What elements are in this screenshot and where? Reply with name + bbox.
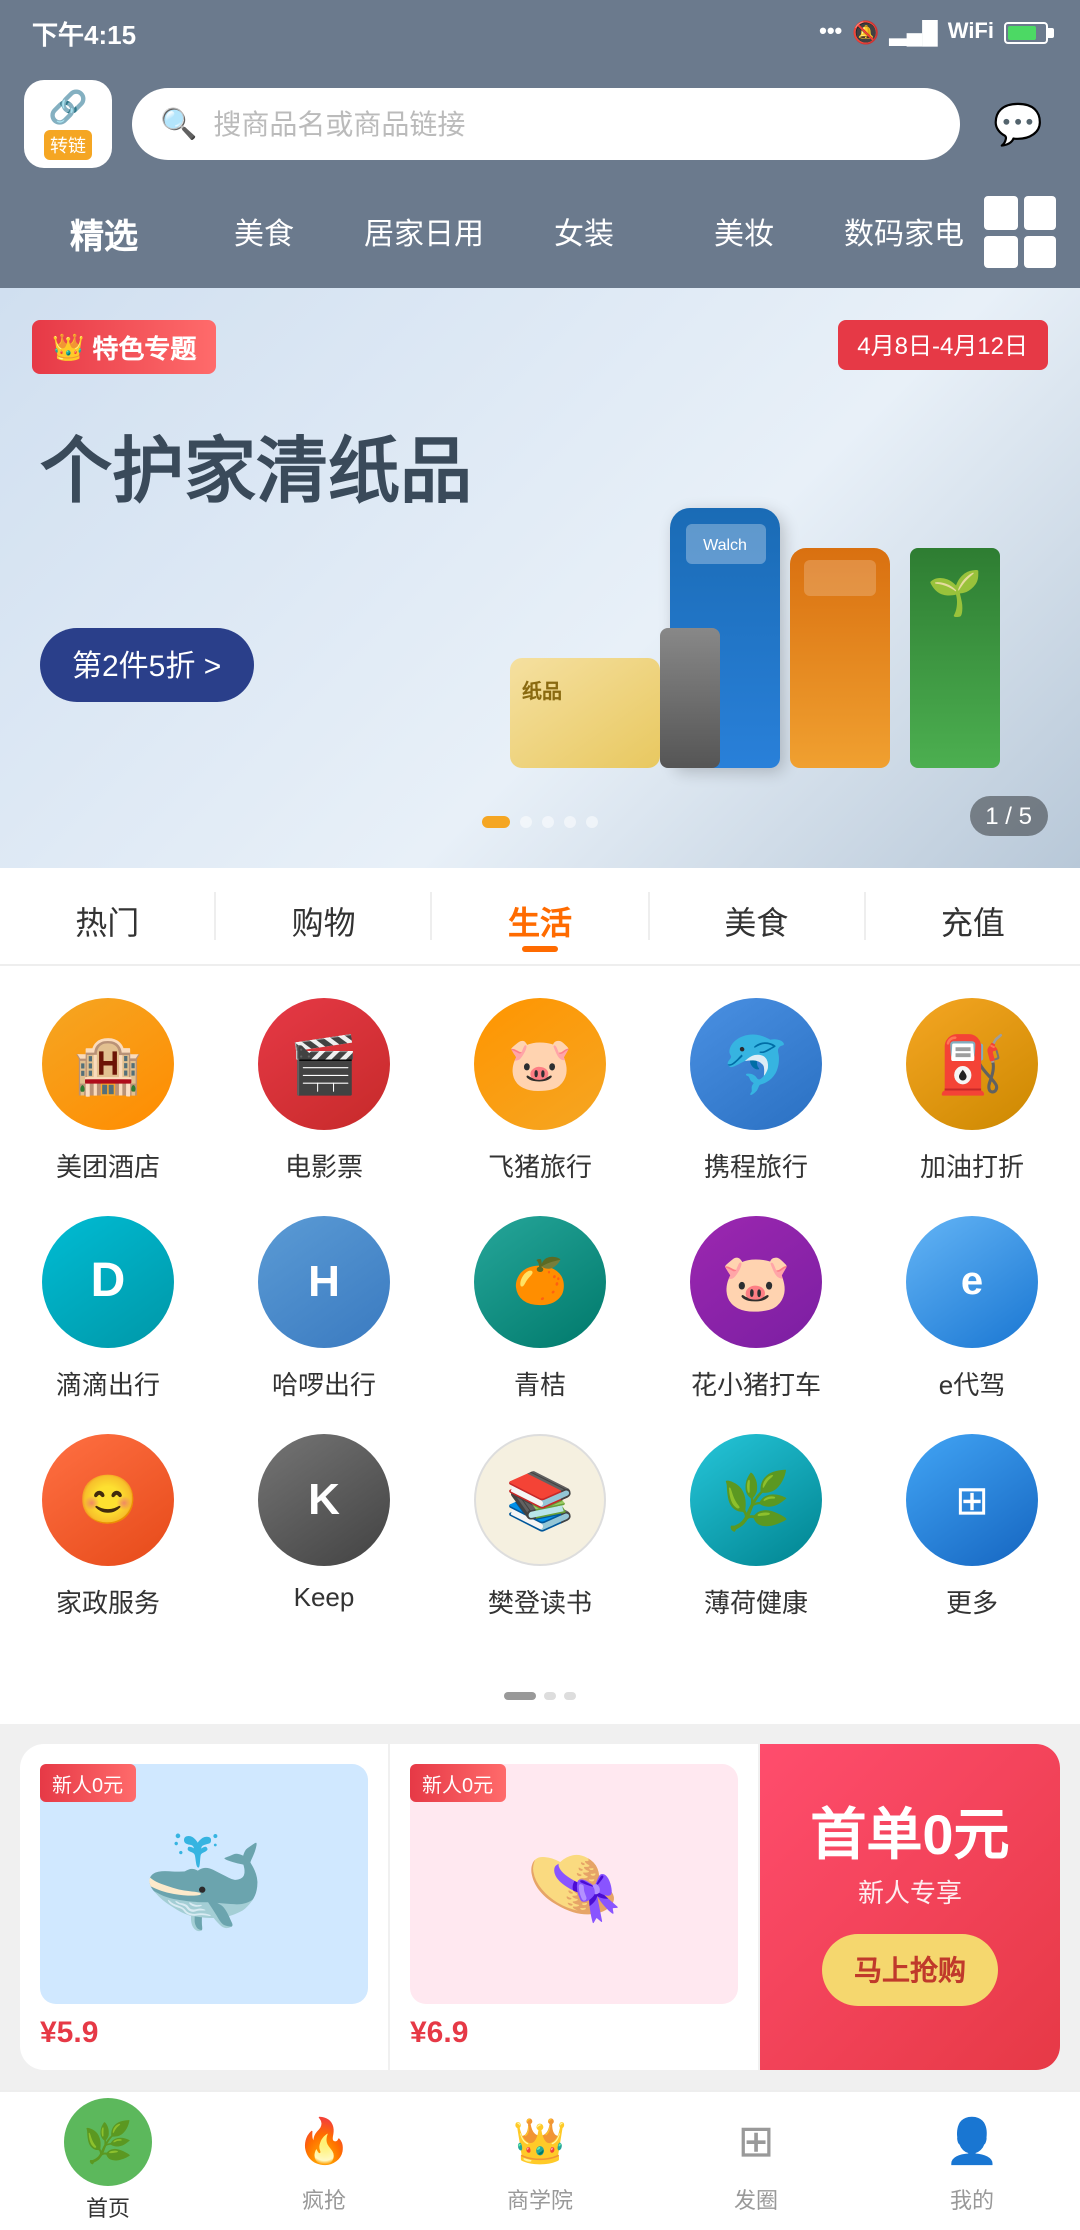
service-didi[interactable]: D 滴滴出行 xyxy=(8,1216,208,1402)
promo-title: 首单0元 xyxy=(810,1808,1009,1864)
service-grid: 🏨 美团酒店 🎬 电影票 🐷 飞猪旅行 🐬 携程旅行 ⛽ 加油打折 xyxy=(0,966,1080,1684)
service-row-1: 🏨 美团酒店 🎬 电影票 🐷 飞猪旅行 🐬 携程旅行 ⛽ 加油打折 xyxy=(0,998,1080,1184)
status-time: 下午4:15 xyxy=(32,13,136,51)
search-bar[interactable]: 🔍 搜商品名或商品链接 xyxy=(132,88,960,160)
ctrip-icon: 🐬 xyxy=(690,998,822,1130)
section-tab-hot[interactable]: 热门 xyxy=(0,868,214,964)
service-meituan[interactable]: 🏨 美团酒店 xyxy=(8,998,208,1184)
service-keep[interactable]: K Keep xyxy=(224,1434,424,1620)
section-tab-life[interactable]: 生活 xyxy=(433,868,647,964)
service-movie[interactable]: 🎬 电影票 xyxy=(224,998,424,1184)
search-icon: 🔍 xyxy=(160,106,197,142)
qingju-icon: 🍊 xyxy=(474,1216,606,1348)
service-row-3: 😊 家政服务 K Keep 📚 樊登读书 🌿 薄荷健康 ⊞ 更多 xyxy=(0,1434,1080,1620)
product-card-1[interactable]: 🐳 新人0元 ¥5.9 xyxy=(20,1744,390,2070)
section-tabs: 热门 购物 生活 美食 充值 xyxy=(0,868,1080,966)
section-tab-recharge[interactable]: 充值 xyxy=(866,868,1080,964)
battery-icon xyxy=(1004,21,1048,43)
didi-icon: D xyxy=(42,1216,174,1348)
banner-title: 个护家清纸品 xyxy=(40,428,472,514)
service-jiajia[interactable]: 😊 家政服务 xyxy=(8,1434,208,1620)
movie-icon: 🎬 xyxy=(258,998,390,1130)
section-tab-food[interactable]: 美食 xyxy=(649,868,863,964)
product-card-2[interactable]: 👒 新人0元 ¥6.9 xyxy=(390,1744,760,2070)
banner-tag: 👑 特色专题 xyxy=(32,320,216,374)
service-more[interactable]: ⊞ 更多 xyxy=(872,1434,1072,1620)
banner-products: Walch 纸品 🌱 xyxy=(580,328,1060,828)
huaxiaozhudi-icon: 🐷 xyxy=(690,1216,822,1348)
fliggy-icon: 🐷 xyxy=(474,998,606,1130)
header: 🔗 转链 🔍 搜商品名或商品链接 💬 xyxy=(0,64,1080,184)
banner[interactable]: 👑 特色专题 4月8日-4月12日 个护家清纸品 第2件5折 > Walch xyxy=(0,288,1080,868)
status-bar: 下午4:15 ••• 🔕 ▂▄█ WiFi xyxy=(0,0,1080,64)
promo-sub: 新人专享 xyxy=(858,1872,962,1910)
product-section: 🐳 新人0元 ¥5.9 👒 新人0元 ¥6.9 首单0元 新人专享 马上抢购 xyxy=(20,1744,1060,2070)
chat-button[interactable]: 💬 xyxy=(980,86,1056,162)
hellobike-icon: H xyxy=(258,1216,390,1348)
banner-counter: 1 / 5 xyxy=(969,796,1048,836)
signal-icon: ▂▄█ xyxy=(890,19,938,45)
service-fuel[interactable]: ⛽ 加油打折 xyxy=(872,998,1072,1184)
service-hellobike[interactable]: H 哈啰出行 xyxy=(224,1216,424,1402)
product-price-2: ¥6.9 xyxy=(410,2016,738,2050)
dots-icon: ••• xyxy=(819,20,842,44)
promo-card[interactable]: 首单0元 新人专享 马上抢购 xyxy=(760,1744,1060,2070)
service-fandeng[interactable]: 📚 樊登读书 xyxy=(440,1434,640,1620)
more-icon: ⊞ xyxy=(906,1434,1038,1566)
mint-icon: 🌿 xyxy=(690,1434,822,1566)
service-mint[interactable]: 🌿 薄荷健康 xyxy=(656,1434,856,1620)
banner-dots xyxy=(482,816,598,828)
category-tabs: 精选 美食 居家日用 女装 美妆 数码家电 xyxy=(0,184,1080,288)
product-badge-1: 新人0元 xyxy=(40,1764,135,1802)
cat-tab-jingxuan[interactable]: 精选 xyxy=(24,199,184,265)
logo-icon: 🔗 xyxy=(48,88,88,128)
edaijia-icon: e xyxy=(906,1216,1038,1348)
service-edaijia[interactable]: e e代驾 xyxy=(872,1216,1072,1402)
status-icons: ••• 🔕 ▂▄█ WiFi xyxy=(819,19,1048,45)
search-placeholder: 搜商品名或商品链接 xyxy=(213,104,465,144)
cat-tab-nvzhuang[interactable]: 女装 xyxy=(504,203,664,261)
cat-tab-jiaju[interactable]: 居家日用 xyxy=(344,203,504,261)
service-fliggy[interactable]: 🐷 飞猪旅行 xyxy=(440,998,640,1184)
product-badge-2: 新人0元 xyxy=(410,1764,505,1802)
section-tab-shop[interactable]: 购物 xyxy=(216,868,430,964)
logo-tag: 转链 xyxy=(44,130,92,160)
cat-tab-more[interactable] xyxy=(984,196,1056,268)
service-qingju[interactable]: 🍊 青桔 xyxy=(440,1216,640,1402)
service-huaxiaozhudi[interactable]: 🐷 花小猪打车 xyxy=(656,1216,856,1402)
product-price-1: ¥5.9 xyxy=(40,2016,368,2050)
keep-icon: K xyxy=(258,1434,390,1566)
service-ctrip[interactable]: 🐬 携程旅行 xyxy=(656,998,856,1184)
app-logo[interactable]: 🔗 转链 xyxy=(24,80,112,168)
jiajia-icon: 😊 xyxy=(42,1434,174,1566)
wifi-icon: WiFi xyxy=(948,20,994,44)
bell-icon: 🔕 xyxy=(852,19,879,45)
fuel-icon: ⛽ xyxy=(906,998,1038,1130)
product-row: 🐳 新人0元 ¥5.9 👒 新人0元 ¥6.9 首单0元 新人专享 马上抢购 xyxy=(20,1744,1060,2070)
service-row-2: D 滴滴出行 H 哈啰出行 🍊 青桔 🐷 花小猪打车 e e代驾 xyxy=(0,1216,1080,1402)
cat-tab-meizhuang[interactable]: 美妆 xyxy=(664,203,824,261)
grid-dots xyxy=(0,1684,1080,1724)
cat-tab-meishi[interactable]: 美食 xyxy=(184,203,344,261)
banner-promo[interactable]: 第2件5折 > xyxy=(40,628,253,702)
cat-tab-digital[interactable]: 数码家电 xyxy=(824,203,984,261)
promo-button[interactable]: 马上抢购 xyxy=(822,1934,998,2006)
meituan-icon: 🏨 xyxy=(42,998,174,1130)
fandeng-icon: 📚 xyxy=(474,1434,606,1566)
